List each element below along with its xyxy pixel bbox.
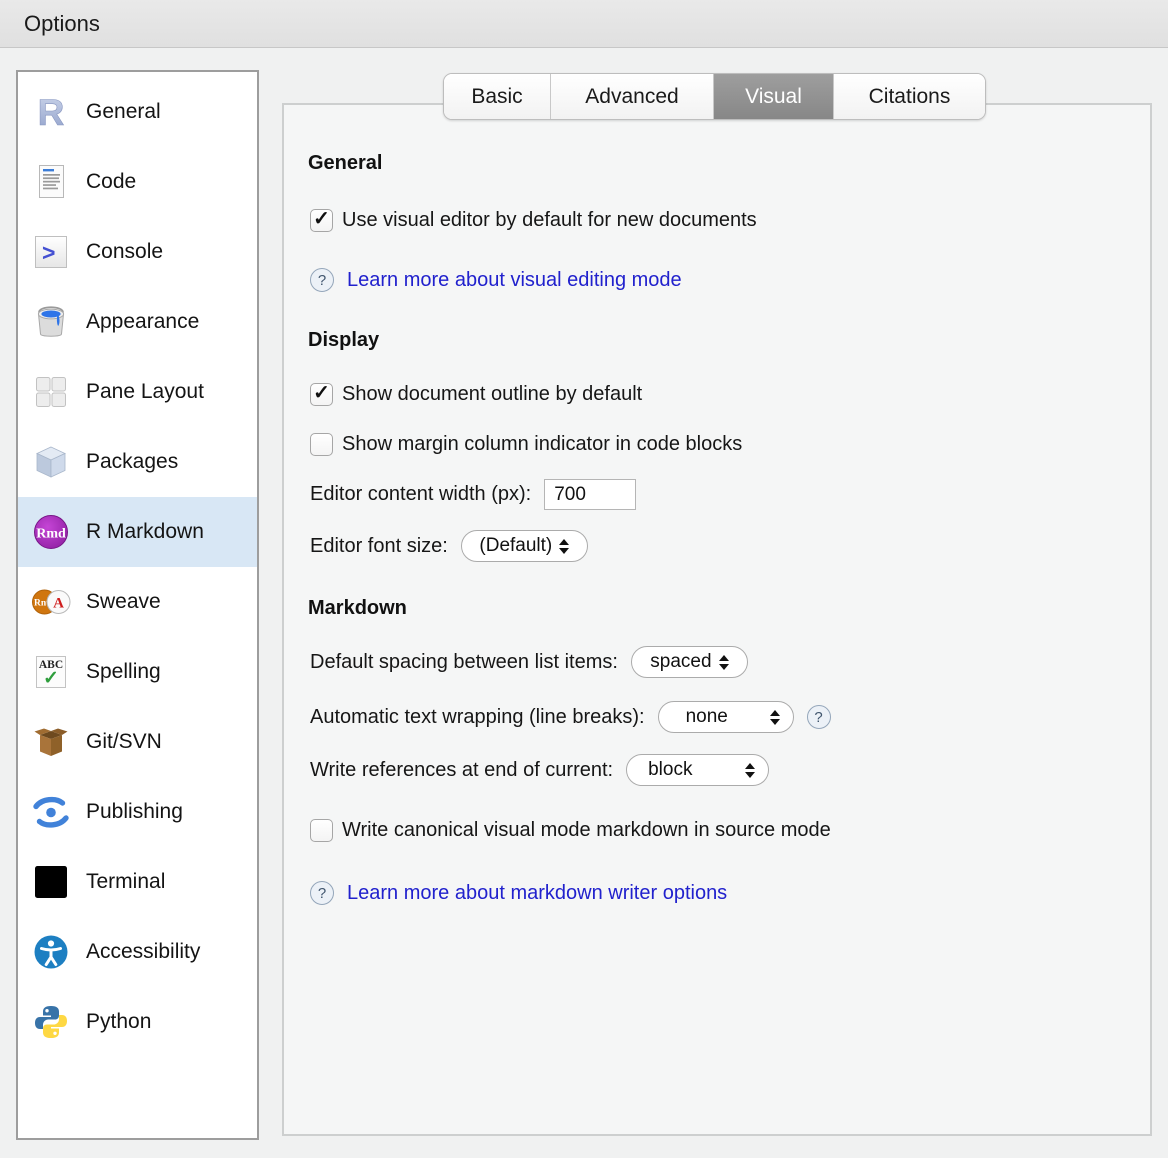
sidebar-item-label: Console bbox=[86, 240, 163, 264]
tab-citations[interactable]: Citations bbox=[833, 74, 985, 119]
sidebar-item-label: Packages bbox=[86, 450, 178, 474]
sidebar-item-publishing[interactable]: Publishing bbox=[18, 777, 257, 847]
sweave-icon: RnwA bbox=[29, 580, 73, 624]
list-spacing-select[interactable]: spaced bbox=[631, 646, 748, 678]
sidebar-item-packages[interactable]: Packages bbox=[18, 427, 257, 497]
sidebar-item-git-svn[interactable]: Git/SVN bbox=[18, 707, 257, 777]
canonical-markdown-checkbox[interactable]: ✓ bbox=[310, 819, 333, 842]
section-heading-display: Display bbox=[308, 329, 379, 352]
terminal-icon bbox=[29, 860, 73, 904]
help-icon[interactable]: ? bbox=[807, 705, 831, 729]
markdown-writer-help-row: ? Learn more about markdown writer optio… bbox=[310, 881, 727, 905]
checkmark-icon: ✓ bbox=[313, 383, 330, 403]
learn-visual-editing-link[interactable]: Learn more about visual editing mode bbox=[347, 269, 682, 292]
sidebar-item-code[interactable]: Code bbox=[18, 147, 257, 217]
r-logo-icon: R bbox=[29, 90, 73, 134]
stepper-arrows-icon bbox=[559, 539, 569, 554]
window-title: Options bbox=[24, 11, 100, 37]
show-outline-row: ✓ Show document outline by default bbox=[310, 383, 642, 406]
rmarkdown-icon: Rmd bbox=[29, 510, 73, 554]
sidebar-item-spelling[interactable]: ABC✓ Spelling bbox=[18, 637, 257, 707]
visual-editing-help-row: ? Learn more about visual editing mode bbox=[310, 268, 682, 292]
text-wrapping-row: Automatic text wrapping (line breaks): n… bbox=[310, 701, 831, 733]
canonical-markdown-label: Write canonical visual mode markdown in … bbox=[342, 819, 831, 842]
tab-basic[interactable]: Basic bbox=[444, 74, 550, 119]
code-document-icon bbox=[29, 160, 73, 204]
content-width-label: Editor content width (px): bbox=[310, 483, 531, 506]
font-size-label: Editor font size: bbox=[310, 535, 448, 558]
content-width-row: Editor content width (px): bbox=[310, 479, 636, 510]
svg-text:Rmd: Rmd bbox=[36, 527, 66, 542]
sidebar-item-label: Pane Layout bbox=[86, 380, 204, 404]
options-panel: General ✓ Use visual editor by default f… bbox=[282, 103, 1152, 1136]
learn-markdown-writer-link[interactable]: Learn more about markdown writer options bbox=[347, 882, 727, 905]
svg-text:A: A bbox=[53, 596, 64, 612]
console-icon: > bbox=[29, 230, 73, 274]
sidebar-item-label: Accessibility bbox=[86, 940, 200, 964]
show-outline-checkbox[interactable]: ✓ bbox=[310, 383, 333, 406]
sidebar-item-sweave[interactable]: RnwA Sweave bbox=[18, 567, 257, 637]
font-size-row: Editor font size: (Default) bbox=[310, 530, 588, 562]
tab-visual[interactable]: Visual bbox=[713, 74, 833, 119]
show-outline-label: Show document outline by default bbox=[342, 383, 642, 406]
section-heading-general: General bbox=[308, 152, 382, 175]
text-wrapping-select[interactable]: none bbox=[658, 701, 794, 733]
tab-advanced[interactable]: Advanced bbox=[550, 74, 713, 119]
sidebar-item-label: Publishing bbox=[86, 800, 183, 824]
python-icon bbox=[29, 1000, 73, 1044]
list-spacing-label: Default spacing between list items: bbox=[310, 651, 618, 674]
sidebar-item-label: R Markdown bbox=[86, 520, 204, 544]
show-margin-row: ✓ Show margin column indicator in code b… bbox=[310, 433, 742, 456]
references-select[interactable]: block bbox=[626, 754, 769, 786]
settings-sidebar: R General Code > Console Appearance Pane… bbox=[16, 70, 259, 1140]
sidebar-item-accessibility[interactable]: Accessibility bbox=[18, 917, 257, 987]
sidebar-item-general[interactable]: R General bbox=[18, 77, 257, 147]
stepper-arrows-icon bbox=[745, 763, 755, 778]
sidebar-item-label: General bbox=[86, 100, 161, 124]
publishing-icon bbox=[29, 790, 73, 834]
sidebar-item-label: Git/SVN bbox=[86, 730, 162, 754]
sidebar-item-console[interactable]: > Console bbox=[18, 217, 257, 287]
sidebar-item-label: Spelling bbox=[86, 660, 161, 684]
sidebar-item-terminal[interactable]: Terminal bbox=[18, 847, 257, 917]
window-titlebar: Options bbox=[0, 0, 1168, 48]
editor-content-width-input[interactable] bbox=[544, 479, 636, 510]
svg-text:R: R bbox=[38, 92, 65, 132]
accessibility-icon bbox=[29, 930, 73, 974]
help-icon[interactable]: ? bbox=[310, 881, 334, 905]
use-visual-editor-checkbox[interactable]: ✓ bbox=[310, 209, 333, 232]
references-label: Write references at end of current: bbox=[310, 759, 613, 782]
sidebar-item-label: Sweave bbox=[86, 590, 161, 614]
spelling-icon: ABC✓ bbox=[29, 650, 73, 694]
sidebar-item-python[interactable]: Python bbox=[18, 987, 257, 1057]
use-visual-editor-label: Use visual editor by default for new doc… bbox=[342, 209, 757, 232]
sidebar-item-appearance[interactable]: Appearance bbox=[18, 287, 257, 357]
show-margin-checkbox[interactable]: ✓ bbox=[310, 433, 333, 456]
sidebar-item-r-markdown[interactable]: Rmd R Markdown bbox=[18, 497, 257, 567]
panel-tabbar: Basic Advanced Visual Citations bbox=[443, 73, 986, 120]
references-row: Write references at end of current: bloc… bbox=[310, 754, 769, 786]
pane-grid-icon bbox=[29, 370, 73, 414]
sidebar-item-label: Terminal bbox=[86, 870, 165, 894]
show-margin-label: Show margin column indicator in code blo… bbox=[342, 433, 742, 456]
text-wrapping-label: Automatic text wrapping (line breaks): bbox=[310, 706, 645, 729]
canonical-markdown-row: ✓ Write canonical visual mode markdown i… bbox=[310, 819, 831, 842]
stepper-arrows-icon bbox=[719, 655, 729, 670]
sidebar-item-label: Code bbox=[86, 170, 136, 194]
sidebar-item-pane-layout[interactable]: Pane Layout bbox=[18, 357, 257, 427]
paint-bucket-icon bbox=[29, 300, 73, 344]
svg-text:✓: ✓ bbox=[43, 668, 59, 689]
svg-text:>: > bbox=[42, 240, 55, 266]
sidebar-item-label: Python bbox=[86, 1010, 151, 1034]
editor-font-size-select[interactable]: (Default) bbox=[461, 530, 588, 562]
checkmark-icon: ✓ bbox=[313, 209, 330, 229]
list-spacing-row: Default spacing between list items: spac… bbox=[310, 646, 748, 678]
sidebar-item-label: Appearance bbox=[86, 310, 199, 334]
stepper-arrows-icon bbox=[770, 710, 780, 725]
package-cube-icon bbox=[29, 440, 73, 484]
help-icon[interactable]: ? bbox=[310, 268, 334, 292]
section-heading-markdown: Markdown bbox=[308, 597, 407, 620]
git-svn-box-icon bbox=[29, 720, 73, 764]
use-visual-editor-row: ✓ Use visual editor by default for new d… bbox=[310, 209, 757, 232]
